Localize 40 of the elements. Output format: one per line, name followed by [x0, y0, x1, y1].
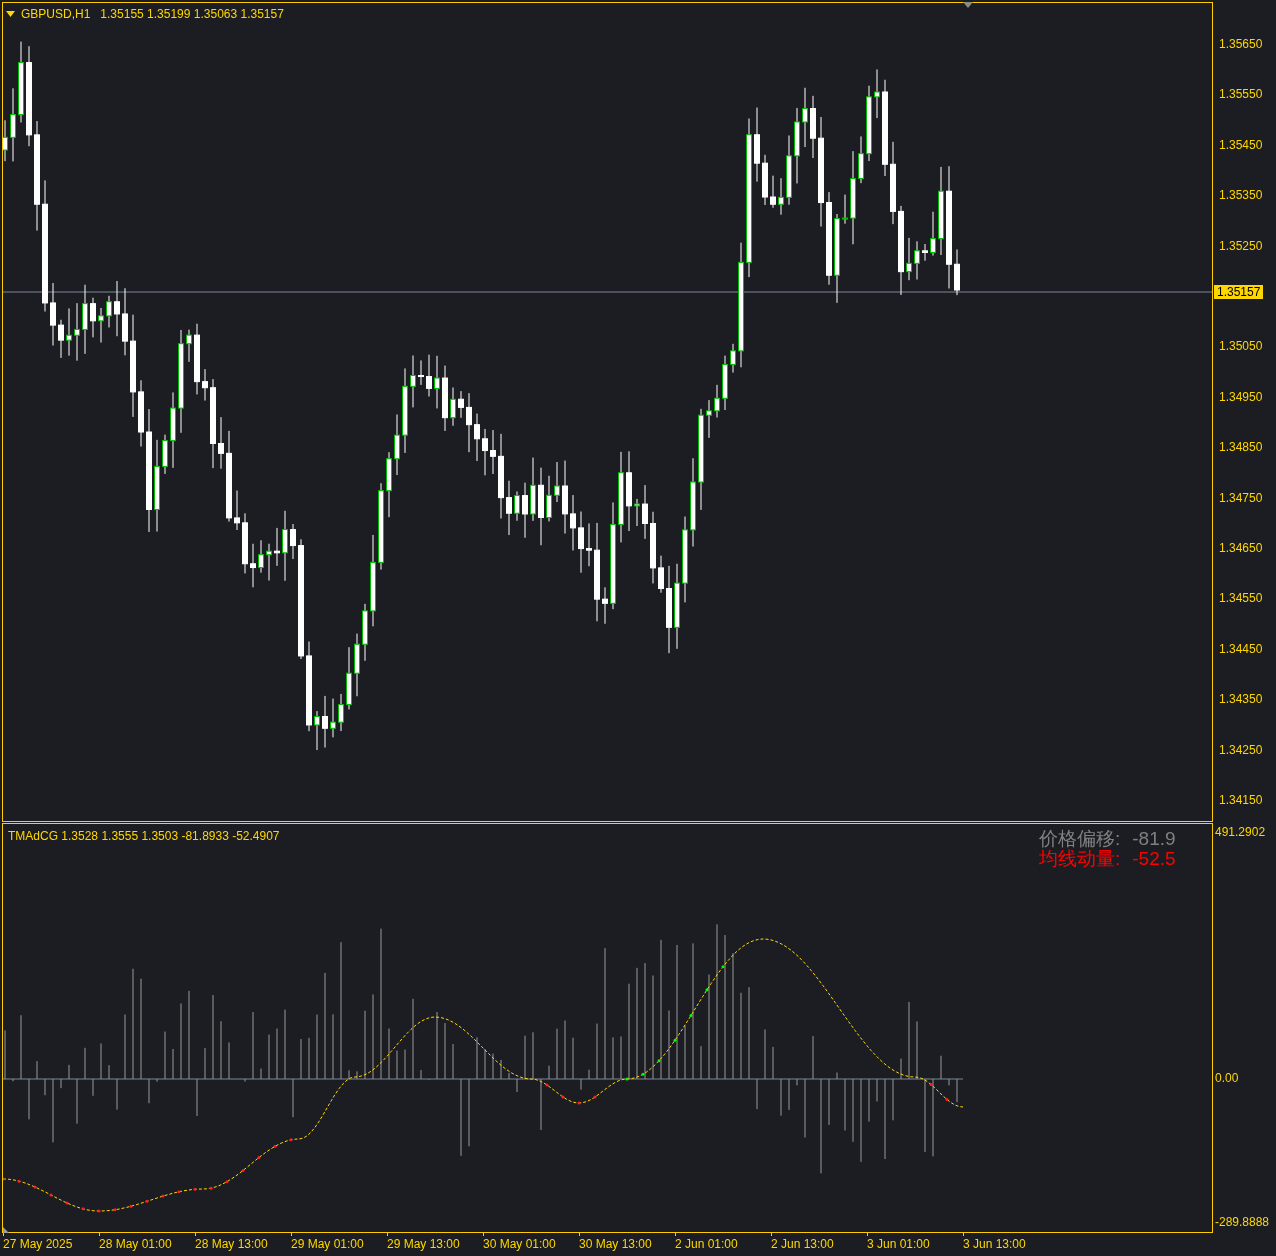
price-axis-label: 1.35650 [1219, 37, 1263, 51]
readout-label: 价格偏移: [1039, 829, 1121, 849]
price-axis-label: 1.34150 [1219, 793, 1263, 807]
time-axis-label: 28 May 13:00 [195, 1237, 268, 1251]
readout-value: -52.5 [1132, 849, 1176, 869]
time-axis-label: 3 Jun 01:00 [867, 1237, 930, 1251]
price-axis-label: 1.34350 [1219, 692, 1263, 707]
current-price-tag: 1.35157 [1214, 285, 1264, 299]
time-axis-label: 30 May 01:00 [483, 1237, 556, 1251]
price-axis-label: 1.34250 [1219, 742, 1263, 757]
time-axis-label: 3 Jun 13:00 [963, 1237, 1026, 1251]
time-axis-label: 2 Jun 13:00 [771, 1237, 834, 1251]
price-axis-label: 1.34850 [1219, 440, 1263, 455]
chart-shift-triangle-icon[interactable] [963, 2, 973, 8]
time-axis-label: 27 May 2025 [3, 1237, 73, 1251]
price-axis-label: 1.34950 [1219, 389, 1263, 404]
price-axis-label: 1.35350 [1219, 188, 1263, 203]
readout-label: 均线动量: [1039, 849, 1121, 869]
time-axis-label: 2 Jun 01:00 [675, 1237, 738, 1251]
price-axis-label: 1.35250 [1219, 238, 1263, 253]
price-axis-label: 1.35550 [1219, 87, 1263, 102]
dropdown-triangle-icon[interactable] [6, 11, 15, 17]
price-axis-label: 1.34650 [1219, 541, 1263, 555]
price-axis-label: 1.35450 [1219, 137, 1263, 152]
price-axis-label: 1.34750 [1219, 490, 1263, 505]
price-axis-label: 1.35050 [1219, 339, 1263, 354]
time-axis-label: 29 May 13:00 [387, 1237, 460, 1251]
readout-value: -81.9 [1132, 829, 1176, 849]
indicator-axis-max-label: 491.2902 [1215, 825, 1266, 839]
ohlc-values: 1.35155 1.35199 1.35063 1.35157 [100, 6, 284, 23]
time-axis-label: 30 May 13:00 [579, 1237, 652, 1251]
scroll-corner-icon[interactable] [3, 1227, 9, 1233]
price-axis-label: 1.34550 [1219, 591, 1263, 606]
time-axis-label: 29 May 01:00 [291, 1237, 364, 1251]
price-axis-label: 1.34450 [1219, 641, 1263, 656]
symbol-label: GBPUSD,H1 [21, 6, 91, 23]
indicator-axis-zero-label: 0.00 [1215, 1071, 1239, 1085]
indicator-axis-min-label: -289.8888 [1215, 1215, 1270, 1229]
indicator-values: TMAdCG 1.3528 1.3555 1.3503 -81.8933 -52.4907 [8, 828, 280, 845]
time-axis-label: 28 May 01:00 [99, 1237, 172, 1251]
